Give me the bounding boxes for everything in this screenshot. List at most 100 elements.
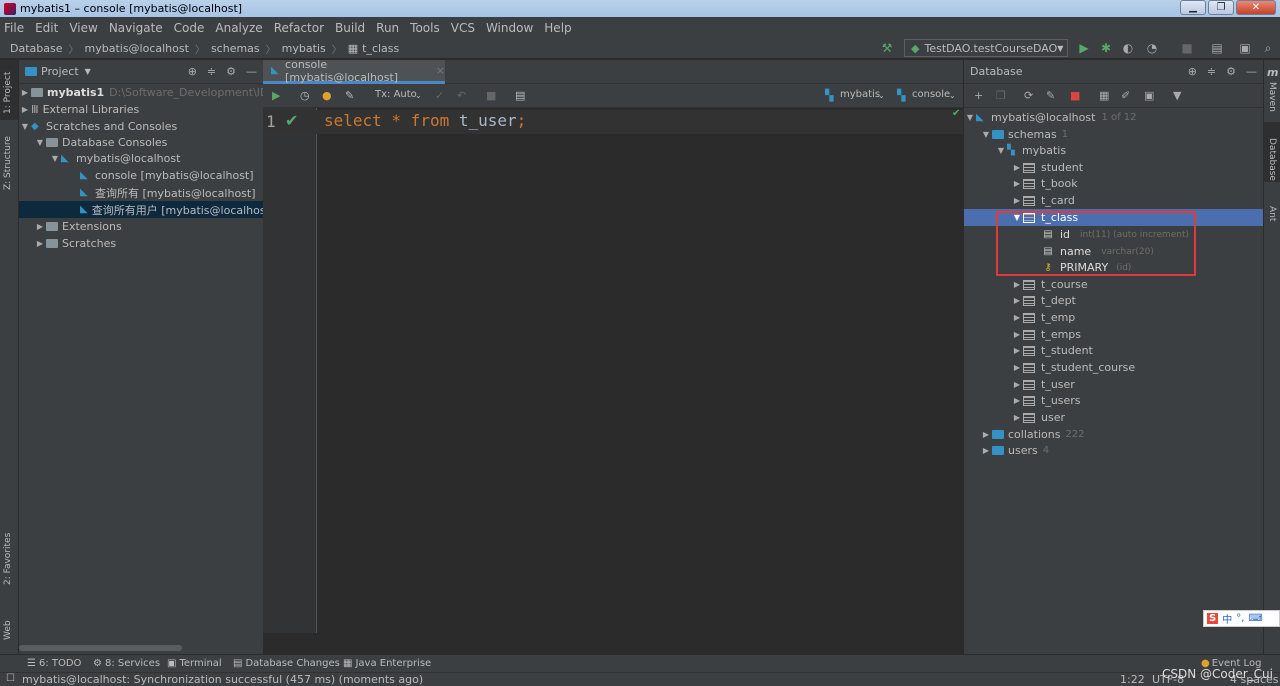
ime-toolbar[interactable]: S 中 °, ⌨	[1203, 610, 1280, 627]
tree-item-project-root[interactable]: ▶ mybatis1 D:\Software_Development\IDEA_	[19, 84, 289, 101]
tree-item-console-selected[interactable]: ◣ 查询所有用户 [mybatis@localhost]	[19, 201, 274, 218]
menu-run[interactable]: Run	[376, 21, 399, 35]
stop-icon[interactable]: ■	[1180, 41, 1194, 55]
explain-plan-icon[interactable]: ●	[322, 89, 332, 102]
menu-window[interactable]: Window	[486, 21, 533, 35]
db-tree-table[interactable]: ▶ t_emps	[1011, 326, 1081, 343]
disconnect-icon[interactable]: ■	[1070, 89, 1080, 102]
caret-position[interactable]: 1:22	[1120, 673, 1145, 686]
debug-icon[interactable]: ✱	[1099, 41, 1113, 55]
tool-java-enterprise[interactable]: ▦ Java Enterprise	[343, 658, 431, 669]
tool-window-project[interactable]: 1: Project	[3, 72, 13, 114]
db-tree-collations[interactable]: ▶ collations 222	[980, 426, 1085, 443]
gear-icon[interactable]: ⚙	[226, 65, 236, 78]
close-button[interactable]: ✕	[1236, 0, 1276, 15]
expand-arrow-icon[interactable]: ▶	[1011, 396, 1023, 405]
expand-arrow-icon[interactable]: ▶	[34, 222, 46, 231]
tool-window-maven[interactable]: Maven	[1267, 82, 1277, 112]
collapse-arrow-icon[interactable]: ▼	[34, 138, 46, 147]
execute-icon[interactable]: ▶	[272, 89, 280, 102]
sql-editor[interactable]	[316, 108, 963, 633]
edit-source-icon[interactable]: ✐	[1121, 89, 1130, 102]
db-tree-table[interactable]: ▶ t_dept	[1011, 292, 1076, 309]
tool-window-ant[interactable]: Ant	[1267, 206, 1277, 221]
tree-item-host[interactable]: ▼ ◣ mybatis@localhost	[49, 150, 181, 167]
db-tree-table[interactable]: ▶ t_user	[1011, 376, 1075, 393]
tab-console[interactable]: ◣ console [mybatis@localhost] ×	[263, 58, 445, 84]
menu-vcs[interactable]: VCS	[451, 21, 475, 35]
collapse-arrow-icon[interactable]: ▼	[995, 146, 1007, 155]
collapse-all-icon[interactable]: ≑	[1207, 65, 1216, 78]
expand-arrow-icon[interactable]: ▶	[19, 105, 31, 114]
db-tree-table[interactable]: ▶ t_users	[1011, 392, 1081, 409]
menu-refactor[interactable]: Refactor	[274, 21, 324, 35]
db-tree-table[interactable]: ▶ t_student	[1011, 342, 1093, 359]
menu-code[interactable]: Code	[174, 21, 205, 35]
menu-help[interactable]: Help	[544, 21, 571, 35]
layout-icon[interactable]: ▣	[1238, 41, 1252, 55]
tool-window-favorites[interactable]: 2: Favorites	[3, 533, 13, 585]
console-icon[interactable]: ▣	[1144, 89, 1154, 102]
collapse-arrow-icon[interactable]: ▼	[49, 154, 61, 163]
transaction-mode-select[interactable]: Tx: Auto	[375, 89, 417, 100]
expand-arrow-icon[interactable]: ▶	[1011, 179, 1023, 188]
expand-arrow-icon[interactable]: ▶	[1011, 163, 1023, 172]
menu-tools[interactable]: Tools	[410, 21, 440, 35]
db-tree-table[interactable]: ▶ t_course	[1011, 276, 1088, 293]
tree-item-console[interactable]: ◣ 查询所有 [mybatis@localhost]	[80, 184, 256, 201]
chevron-down-icon[interactable]: ▼	[85, 67, 91, 76]
status-message[interactable]: mybatis@localhost: Synchronization succe…	[22, 673, 423, 686]
refresh-icon[interactable]: ⟳	[1024, 89, 1033, 102]
locate-icon[interactable]: ⊕	[188, 65, 197, 78]
output-layout-icon[interactable]: ▤	[515, 89, 525, 102]
hide-icon[interactable]: —	[246, 65, 257, 78]
collapse-all-icon[interactable]: ≑	[207, 65, 216, 78]
tool-window-web[interactable]: Web	[3, 620, 13, 640]
tool-terminal[interactable]: ▣ Terminal	[167, 658, 222, 669]
menu-navigate[interactable]: Navigate	[109, 21, 163, 35]
db-tree-table[interactable]: ▶ user	[1011, 409, 1065, 426]
filter-icon[interactable]: ▼	[1173, 89, 1181, 102]
close-icon[interactable]: ×	[436, 64, 445, 77]
expand-arrow-icon[interactable]: ▶	[1011, 313, 1023, 322]
db-tree-table[interactable]: ▶ t_student_course	[1011, 359, 1135, 376]
menu-build[interactable]: Build	[335, 21, 365, 35]
table-editor-icon[interactable]: ▦	[1099, 89, 1109, 102]
breadcrumb-item[interactable]: Database	[10, 42, 63, 55]
run-configuration-select[interactable]: ◆ TestDAO.testCourseDAO ▼	[904, 39, 1068, 57]
tool-services[interactable]: ⚙ 8: Services	[93, 658, 160, 669]
rollback-icon[interactable]: ↶	[457, 89, 466, 102]
commit-icon[interactable]: ✓	[435, 89, 444, 102]
tree-item-external-libraries[interactable]: ▶ Ⅲ External Libraries	[19, 101, 139, 118]
status-toggle-icon[interactable]: ☐	[6, 673, 15, 684]
menu-view[interactable]: View	[69, 21, 97, 35]
collapse-arrow-icon[interactable]: ▼	[964, 113, 976, 122]
expand-arrow-icon[interactable]: ▶	[1011, 296, 1023, 305]
expand-arrow-icon[interactable]: ▶	[19, 88, 31, 97]
db-tree-table[interactable]: ▶ t_card	[1011, 192, 1075, 209]
db-tree-users[interactable]: ▶ users 4	[980, 442, 1049, 459]
expand-arrow-icon[interactable]: ▶	[1011, 413, 1023, 422]
db-tree-schema-mybatis[interactable]: ▼ ▚ mybatis	[995, 142, 1066, 159]
chevron-down-icon[interactable]: ⌄	[949, 91, 956, 100]
db-tree-host[interactable]: ▼ ◣ mybatis@localhost 1 of 12	[964, 109, 1137, 126]
db-tree-schemas[interactable]: ▼ schemas 1	[980, 126, 1068, 143]
copy-icon[interactable]: ❐	[996, 89, 1006, 102]
breadcrumb-item[interactable]: schemas	[211, 42, 260, 55]
expand-arrow-icon[interactable]: ▶	[1011, 196, 1023, 205]
session-select[interactable]: console	[912, 89, 950, 100]
breadcrumb-item[interactable]: mybatis@localhost	[85, 42, 189, 55]
tool-database-changes[interactable]: ▤ Database Changes	[233, 658, 340, 669]
db-tree-table[interactable]: ▶ student	[1011, 159, 1083, 176]
expand-arrow-icon[interactable]: ▶	[34, 239, 46, 248]
tool-window-structure[interactable]: Z: Structure	[3, 136, 13, 190]
tree-item-console[interactable]: ◣ console [mybatis@localhost]	[80, 167, 254, 184]
tree-item-scratches-consoles[interactable]: ▼ ◆ Scratches and Consoles	[19, 118, 177, 135]
gear-icon[interactable]: ⚙	[1226, 65, 1236, 78]
schema-select[interactable]: mybatis	[840, 89, 880, 100]
build-icon[interactable]: ⚒	[880, 41, 894, 55]
project-structure-icon[interactable]: ▤	[1210, 41, 1224, 55]
history-icon[interactable]: ◷	[300, 89, 310, 102]
breadcrumb-item[interactable]: t_class	[362, 42, 399, 55]
locate-icon[interactable]: ⊕	[1188, 65, 1197, 78]
